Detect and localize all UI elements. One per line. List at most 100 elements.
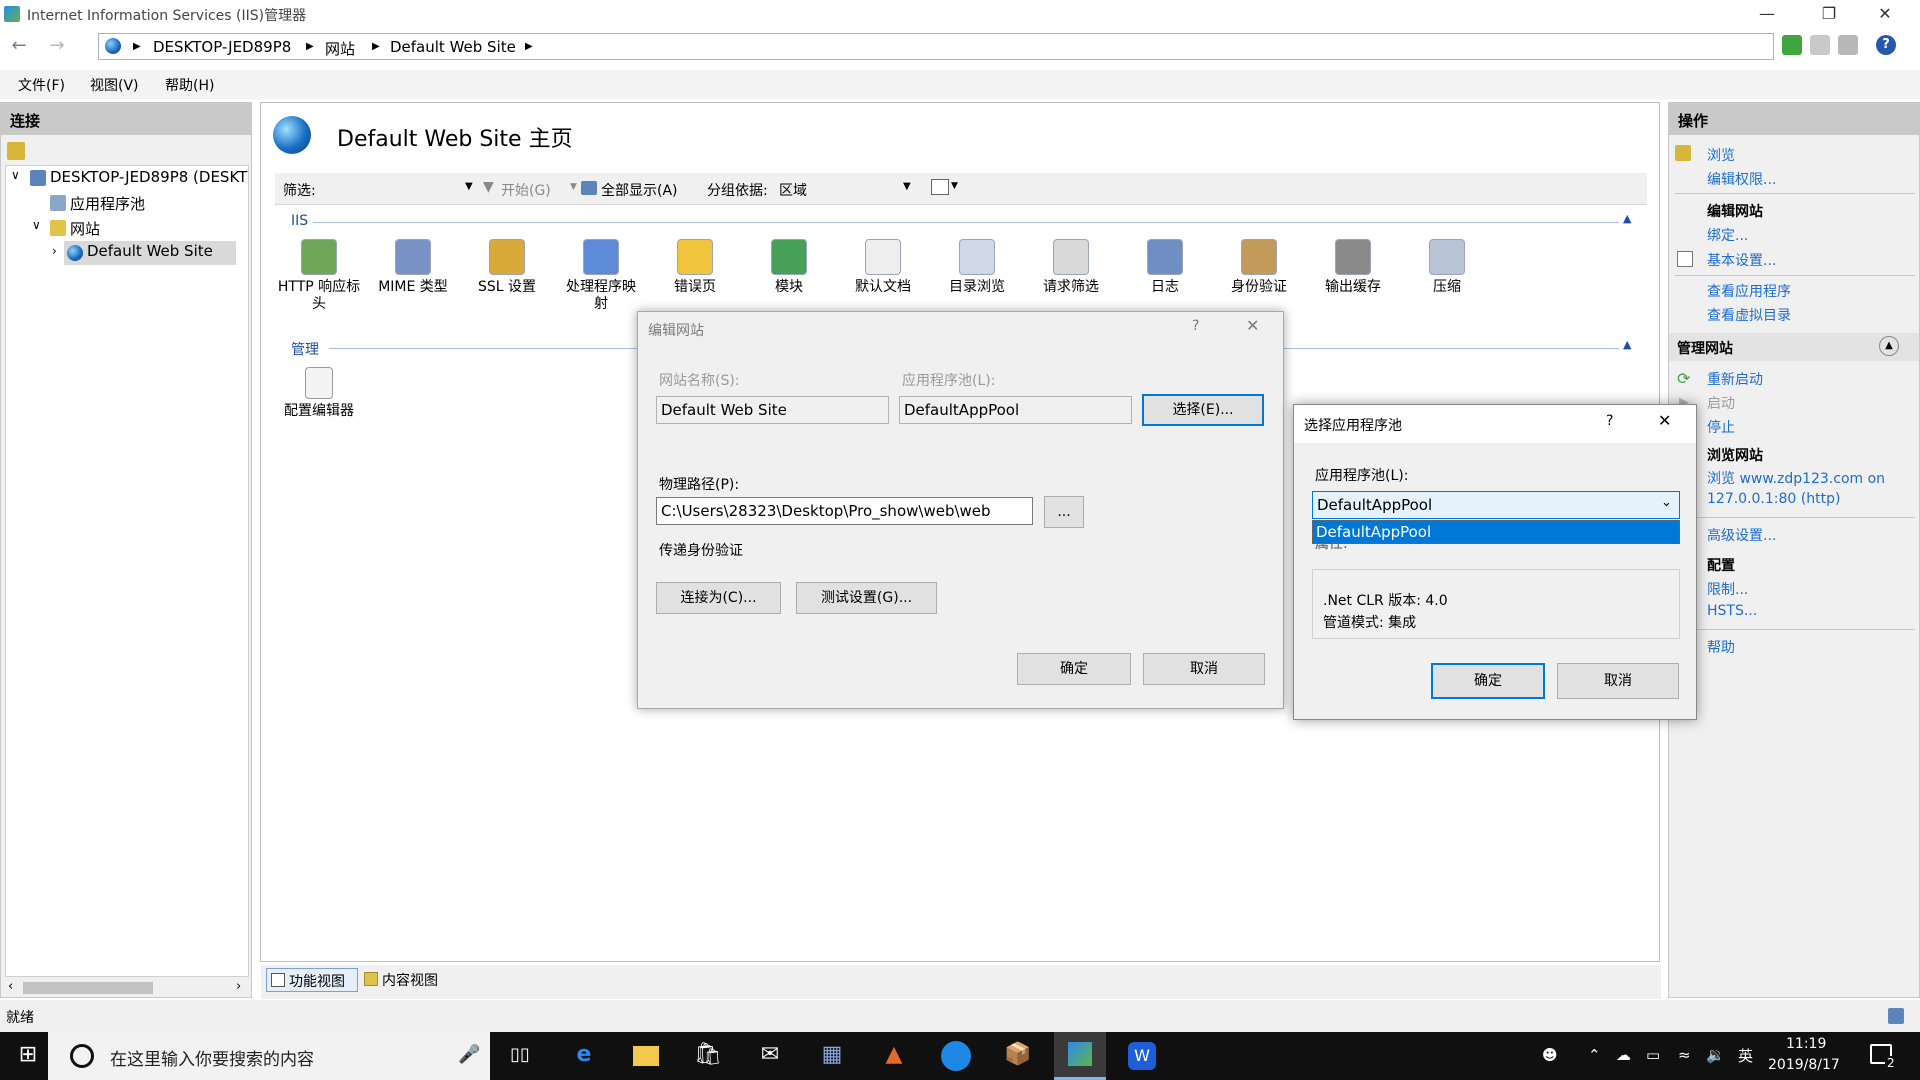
feature-request-filtering[interactable]: 请求筛选 [1027, 239, 1115, 296]
hsts-link[interactable]: HSTS... [1707, 603, 1757, 619]
view-mode-icon[interactable] [931, 179, 949, 195]
filter-input[interactable]: ▼ [327, 177, 477, 201]
tree-expand-icon[interactable]: ∨ [11, 168, 20, 182]
scroll-right-icon[interactable]: › [236, 979, 241, 994]
volume-icon[interactable]: 🔉 [1706, 1046, 1725, 1064]
feature-error-pages[interactable]: 错误页 [651, 239, 739, 296]
advanced-settings-link[interactable]: 高级设置... [1707, 525, 1776, 545]
people-icon[interactable]: ☻ [1542, 1046, 1558, 1064]
feature-output-caching[interactable]: 输出缓存 [1309, 239, 1397, 296]
tree-expand-icon[interactable]: ∨ [32, 218, 41, 232]
matlab-icon[interactable]: ▲ [868, 1032, 920, 1080]
connect-as-button[interactable]: 连接为(C)... [656, 582, 781, 614]
clock-date[interactable]: 2019/8/17 [1768, 1057, 1840, 1073]
tree-item-server[interactable]: DESKTOP-JED89P8 (DESKT [50, 168, 247, 186]
start-page-icon[interactable] [7, 142, 25, 160]
view-applications-link[interactable]: 查看应用程序 [1707, 281, 1791, 301]
tree-item-app-pools[interactable]: 应用程序池 [70, 193, 145, 214]
dialog-help-icon[interactable]: ? [1192, 318, 1199, 334]
tree-item-default-site-selected[interactable]: Default Web Site [64, 241, 236, 265]
basic-settings-link[interactable]: 基本设置... [1707, 250, 1776, 270]
battery-icon[interactable]: ▭ [1646, 1046, 1660, 1064]
group-by-select[interactable]: 区域 ▼ [773, 177, 915, 201]
edit-permissions-link[interactable]: 编辑权限... [1707, 169, 1776, 189]
chevron-down-icon[interactable]: ▼ [951, 181, 958, 191]
iis-manager-taskbar-icon[interactable] [1054, 1032, 1106, 1080]
home-icon[interactable] [1838, 35, 1858, 55]
collapse-section-icon[interactable]: ▲ [1623, 212, 1631, 225]
feishu-icon[interactable] [930, 1032, 982, 1080]
dialog-close-icon[interactable]: ✕ [1658, 411, 1671, 430]
menu-file[interactable]: 文件(F) [18, 75, 65, 95]
tree-item-sites[interactable]: 网站 [70, 218, 100, 239]
select-pool-ok-button[interactable]: 确定 [1431, 663, 1545, 699]
onedrive-icon[interactable]: ☁ [1616, 1046, 1631, 1064]
mail-icon[interactable]: ✉ [744, 1032, 796, 1080]
menu-view[interactable]: 视图(V) [90, 75, 139, 95]
restart-link[interactable]: 重新启动 [1707, 369, 1763, 389]
browse-path-button[interactable]: ... [1044, 496, 1084, 528]
stop-icon[interactable] [1810, 35, 1830, 55]
restore-button[interactable]: ❐ [1806, 0, 1852, 29]
physical-path-field[interactable]: C:\Users\28323\Desktop\Pro_show\web\web [656, 497, 1033, 525]
feature-configuration-editor[interactable]: 配置编辑器 [275, 367, 363, 420]
help-icon[interactable]: ? [1876, 35, 1896, 55]
dialog-close-icon[interactable]: ✕ [1246, 316, 1259, 335]
feature-modules[interactable]: 模块 [745, 239, 833, 296]
horizontal-scrollbar[interactable]: ‹ › [5, 979, 249, 997]
browse-site-link[interactable]: 浏览 www.zdp123.com on 127.0.0.1:80 (http) [1707, 469, 1907, 509]
view-virtual-dirs-link[interactable]: 查看虚拟目录 [1707, 305, 1791, 325]
feature-compression[interactable]: 压缩 [1403, 239, 1491, 296]
package-app-icon[interactable]: 📦 [992, 1032, 1044, 1080]
feature-logging[interactable]: 日志 [1121, 239, 1209, 296]
browse-link[interactable]: 浏览 [1707, 145, 1735, 165]
wifi-icon[interactable]: ≈ [1678, 1046, 1691, 1064]
breadcrumb-item-server[interactable]: DESKTOP-JED89P8 [153, 38, 291, 56]
test-settings-button[interactable]: 测试设置(G)... [796, 582, 937, 614]
task-view-icon[interactable]: ▯▯ [494, 1032, 546, 1080]
collapse-section-icon[interactable]: ▲ [1623, 338, 1631, 351]
wps-icon[interactable]: W [1116, 1032, 1168, 1080]
tray-chevron-up-icon[interactable]: ⌃ [1588, 1046, 1601, 1064]
breadcrumb-item-sites[interactable]: 网站 [325, 38, 355, 59]
feature-handler-mappings[interactable]: 处理程序映 射 [557, 239, 645, 313]
feature-view-tab[interactable]: 功能视图 [266, 968, 358, 992]
feature-directory-browsing[interactable]: 目录浏览 [933, 239, 1021, 296]
collapse-icon[interactable]: ▲ [1879, 336, 1899, 356]
content-view-tab[interactable]: 内容视图 [362, 968, 454, 992]
refresh-icon[interactable] [1782, 35, 1802, 55]
scrollbar-thumb[interactable] [23, 982, 153, 994]
edge-browser-icon[interactable]: e [558, 1032, 610, 1080]
feature-http-response-headers[interactable]: HTTP 响应标 头 [275, 239, 363, 313]
help-link[interactable]: 帮助 [1707, 637, 1735, 657]
store-icon[interactable]: 🛍 [682, 1032, 734, 1080]
breadcrumb-item-site[interactable]: Default Web Site [390, 38, 516, 56]
windows-start-icon[interactable]: ⊞ [2, 1032, 54, 1080]
feature-mime-types[interactable]: MIME 类型 [369, 239, 457, 296]
start-filter-button[interactable]: 开始(G) [501, 180, 551, 200]
bindings-link[interactable]: 绑定... [1707, 225, 1748, 245]
show-all-button[interactable]: 全部显示(A) [601, 180, 678, 200]
feature-ssl-lock[interactable]: SSL 设置 [463, 239, 551, 296]
file-explorer-icon[interactable] [620, 1032, 672, 1080]
limits-link[interactable]: 限制... [1707, 579, 1748, 599]
select-pool-cancel-button[interactable]: 取消 [1557, 663, 1679, 699]
app-pool-dropdown[interactable]: DefaultAppPool ⌄ [1312, 491, 1680, 519]
dropdown-option-defaultapppool[interactable]: DefaultAppPool [1316, 523, 1431, 541]
feature-authentication[interactable]: 身份验证 [1215, 239, 1303, 296]
menu-help[interactable]: 帮助(H) [165, 75, 214, 95]
dialog-help-icon[interactable]: ? [1606, 413, 1613, 429]
edit-site-ok-button[interactable]: 确定 [1017, 653, 1131, 685]
clock-time[interactable]: 11:19 [1786, 1036, 1826, 1052]
ime-indicator[interactable]: 英 [1738, 1045, 1753, 1066]
tree-collapse-icon[interactable]: › [52, 244, 57, 258]
forward-arrow-icon[interactable]: → [42, 34, 72, 60]
select-app-pool-button[interactable]: 选择(E)... [1142, 394, 1264, 426]
scroll-left-icon[interactable]: ‹ [8, 979, 13, 994]
close-button[interactable]: ✕ [1862, 0, 1908, 29]
feature-default-document[interactable]: 默认文档 [839, 239, 927, 296]
minimize-button[interactable]: — [1744, 0, 1790, 29]
buildings-app-icon[interactable]: ▦ [806, 1032, 858, 1080]
taskbar-search-box[interactable]: 在这里输入你要搜索的内容 🎤 [48, 1032, 490, 1080]
stop-link[interactable]: 停止 [1707, 417, 1735, 437]
